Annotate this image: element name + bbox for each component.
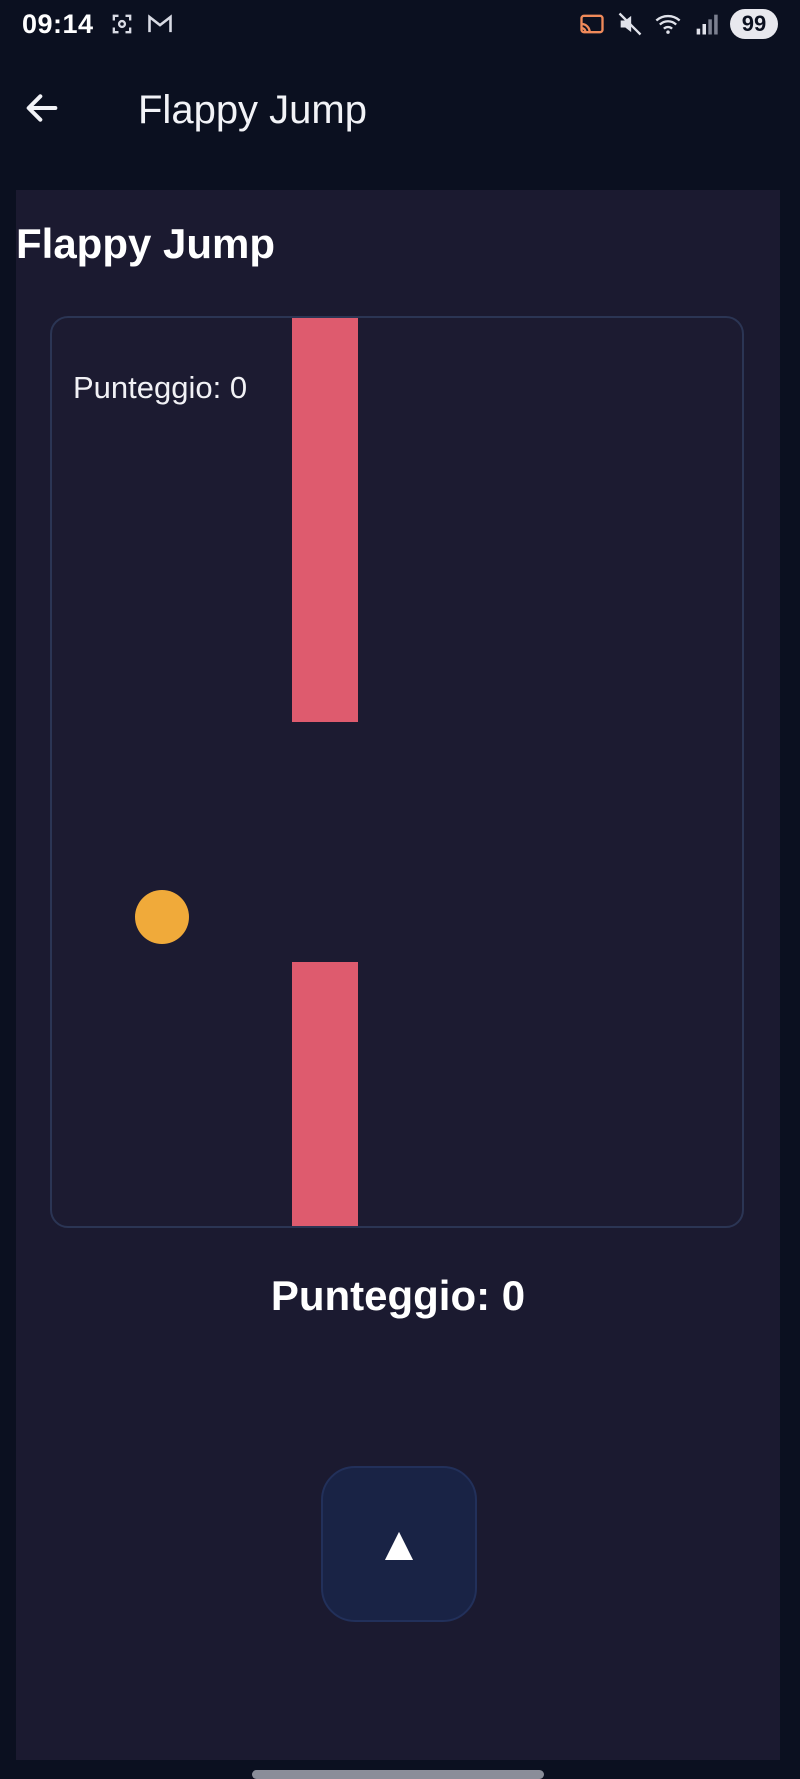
screenshot-icon <box>112 14 131 34</box>
triangle-up-icon: ▲ <box>375 1517 423 1571</box>
app-bar-title: Flappy Jump <box>138 88 367 132</box>
back-button[interactable] <box>20 86 64 130</box>
status-left-icons <box>108 10 174 38</box>
status-bar: 09:14 99 <box>0 0 800 48</box>
home-indicator[interactable] <box>252 1770 544 1779</box>
bottom-pipe <box>292 962 358 1226</box>
app-bar: Flappy Jump <box>0 60 800 164</box>
cast-icon <box>580 14 604 34</box>
page-heading: Flappy Jump <box>16 220 276 267</box>
mute-icon <box>618 12 642 36</box>
arrow-left-icon <box>26 94 58 122</box>
game-area[interactable]: Punteggio: 0 <box>50 316 744 1228</box>
jump-button[interactable]: ▲ <box>321 1466 477 1622</box>
overlay-score: Punteggio: 0 <box>73 370 248 405</box>
status-time: 09:14 <box>22 8 94 39</box>
signal-icon <box>696 14 718 35</box>
score-label: Punteggio: 0 <box>270 1272 526 1319</box>
top-pipe <box>292 318 358 722</box>
bird <box>135 890 189 944</box>
gmail-icon <box>147 14 172 33</box>
status-right-icons: 99 <box>578 9 778 39</box>
battery-indicator: 99 <box>730 9 778 39</box>
wifi-icon <box>655 14 681 34</box>
content-panel: Flappy Jump Punteggio: 0 Punteggio: 0 ▲ <box>16 190 780 1760</box>
